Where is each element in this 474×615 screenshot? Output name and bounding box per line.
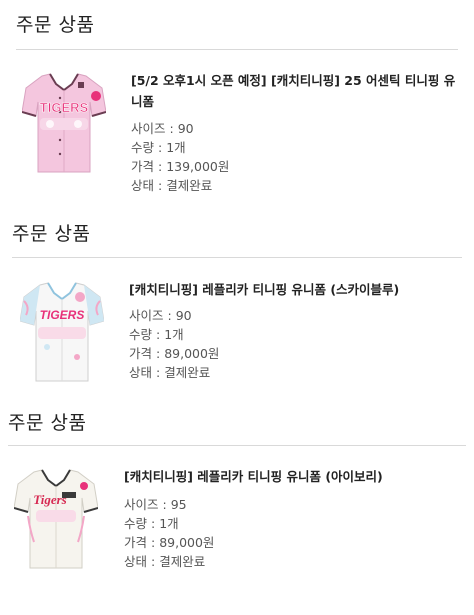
price-row: 가격 : 89,000원 [129,346,220,361]
size-row: 사이즈 : 90 [129,308,192,323]
product-name[interactable]: [캐치티니핑] 레플리카 티니핑 유니폼 (스카이블루) [129,279,459,300]
price-row: 가격 : 139,000원 [131,159,230,174]
quantity-value: 1개 [159,516,179,531]
order-section: 주문 상품 TIGERS [5/2 오후1시 오픈 예정] [캐치티니핑] 25… [0,0,474,205]
status-label: 상태 [131,178,155,193]
status-label: 상태 [124,554,148,569]
quantity-label: 수량 [131,140,155,155]
price-value: 89,000원 [159,535,215,550]
price-value: 89,000원 [164,346,220,361]
product-thumbnail[interactable]: Tigers [14,464,98,574]
size-value: 90 [175,308,192,323]
status-row: 상태 : 결제완료 [131,178,213,193]
quantity-label: 수량 [124,516,148,531]
quantity-row: 수량 : 1개 [131,140,186,155]
section-title: 주문 상품 [8,412,87,434]
product-thumbnail[interactable]: TIGERS [20,277,104,387]
price-value: 139,000원 [166,159,230,174]
svg-text:TIGERS: TIGERS [40,308,85,322]
status-value: 결제완료 [164,365,211,380]
status-row: 상태 : 결제완료 [129,365,211,380]
price-label: 가격 [131,159,155,174]
quantity-value: 1개 [164,327,184,342]
size-row: 사이즈 : 90 [131,121,194,136]
product-thumbnail[interactable]: TIGERS [22,68,106,178]
section-divider [16,49,458,50]
section-divider [12,257,462,258]
product-details: 사이즈 : 90 수량 : 1개 가격 : 139,000원 상태 : 결제완료 [131,119,229,195]
product-name[interactable]: [캐치티니핑] 레플리카 티니핑 유니폼 (아이보리) [124,466,464,487]
price-label: 가격 [129,346,153,361]
section-divider [8,445,466,446]
size-value: 95 [170,497,187,512]
order-section: 주문 상품 TIGERS [캐치티니핑] 레플리카 티니핑 유니폼 (스카이블루… [0,205,474,400]
size-row: 사이즈 : 95 [124,497,187,512]
size-label: 사이즈 [129,308,164,323]
status-label: 상태 [129,365,153,380]
price-label: 가격 [124,535,148,550]
quantity-row: 수량 : 1개 [129,327,184,342]
status-value: 결제완료 [166,178,213,193]
skyblue-tigers-jersey-icon: TIGERS [20,282,104,382]
svg-text:TIGERS: TIGERS [40,100,89,115]
section-title: 주문 상품 [12,223,91,245]
product-details: 사이즈 : 90 수량 : 1개 가격 : 89,000원 상태 : 결제완료 [129,306,219,382]
order-section: 주문 상품 Tigers [캐치티니핑] 레플리카 티니핑 유니폼 (아이보리)… [0,400,474,615]
size-label: 사이즈 [124,497,159,512]
product-name[interactable]: [5/2 오후1시 오픈 예정] [캐치티니핑] 25 어센틱 티니핑 유니폼 [131,70,461,112]
price-row: 가격 : 89,000원 [124,535,215,550]
section-title: 주문 상품 [16,14,95,36]
ivory-tigers-jersey-icon: Tigers [14,469,98,569]
status-value: 결제완료 [159,554,206,569]
pink-tigers-jersey-icon: TIGERS [22,73,106,173]
quantity-row: 수량 : 1개 [124,516,179,531]
size-value: 90 [177,121,194,136]
product-details: 사이즈 : 95 수량 : 1개 가격 : 89,000원 상태 : 결제완료 [124,495,214,571]
svg-text:Tigers: Tigers [33,492,66,507]
quantity-value: 1개 [166,140,186,155]
status-row: 상태 : 결제완료 [124,554,206,569]
quantity-label: 수량 [129,327,153,342]
size-label: 사이즈 [131,121,166,136]
